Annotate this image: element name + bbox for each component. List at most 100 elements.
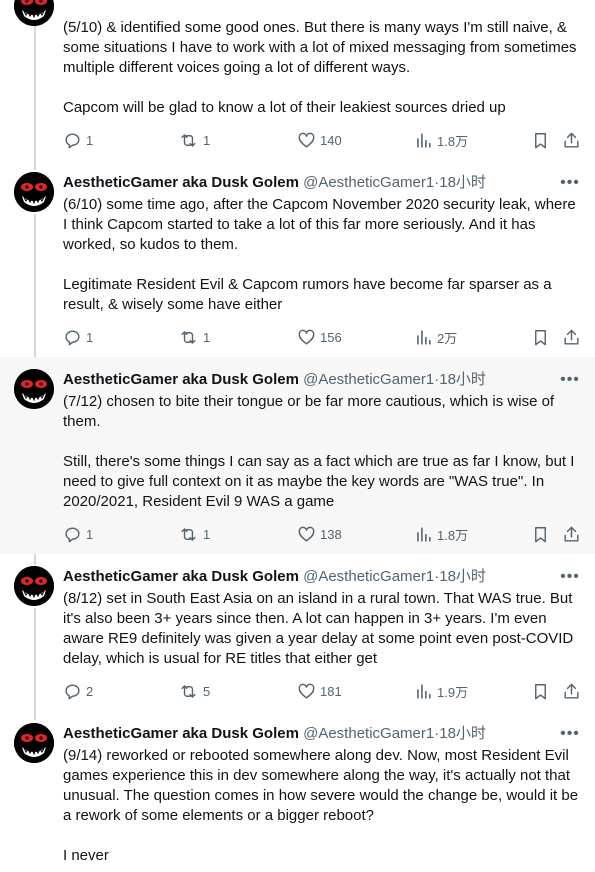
user-handle[interactable]: @AestheticGamer1 bbox=[303, 371, 434, 388]
tweet-header: AestheticGamer aka Dusk Golem @Aesthetic… bbox=[63, 370, 535, 390]
repost-button[interactable]: 1 bbox=[178, 327, 210, 347]
tweet[interactable]: ••• (5/10) & identified some good ones. … bbox=[0, 0, 595, 160]
reply-button[interactable]: 2 bbox=[63, 681, 93, 701]
views-count: 2万 bbox=[437, 330, 458, 346]
tweet-text: (5/10) & identified some good ones. But … bbox=[63, 19, 577, 116]
share-button[interactable] bbox=[562, 524, 581, 544]
display-name[interactable]: AestheticGamer aka Dusk Golem bbox=[63, 725, 299, 742]
views-count: 1.8万 bbox=[437, 527, 469, 543]
user-handle[interactable]: @AestheticGamer1 bbox=[303, 568, 434, 585]
reply-count: 2 bbox=[86, 683, 94, 699]
reply-button[interactable]: 1 bbox=[63, 524, 93, 544]
tweet-text: (8/12) set in South East Asia on an isla… bbox=[63, 590, 578, 667]
tweet-header: AestheticGamer aka Dusk Golem @Aesthetic… bbox=[63, 567, 535, 587]
like-count: 156 bbox=[320, 329, 342, 345]
tweet-text: (6/10) some time ago, after the Capcom N… bbox=[63, 196, 576, 313]
views-button[interactable]: 1.8万 bbox=[414, 524, 468, 544]
more-horizontal-icon[interactable]: ••• bbox=[559, 724, 581, 744]
timestamp[interactable]: 18小时 bbox=[439, 725, 486, 742]
share-icon bbox=[562, 328, 581, 347]
views-button[interactable]: 1.8万 bbox=[414, 130, 468, 150]
repost-count: 5 bbox=[203, 683, 211, 699]
bookmark-button[interactable] bbox=[531, 327, 550, 347]
like-count: 140 bbox=[320, 132, 342, 148]
like-button[interactable]: 140 bbox=[297, 130, 342, 150]
timestamp[interactable]: 18小时 bbox=[439, 568, 486, 585]
analytics-icon bbox=[414, 525, 433, 544]
reply-count: 1 bbox=[86, 132, 94, 148]
more-horizontal-icon[interactable]: ••• bbox=[559, 370, 581, 390]
avatar[interactable] bbox=[14, 566, 54, 606]
tweet-header: AestheticGamer aka Dusk Golem @Aesthetic… bbox=[63, 173, 535, 193]
reply-count: 1 bbox=[86, 526, 94, 542]
tweet[interactable]: AestheticGamer aka Dusk Golem @Aesthetic… bbox=[0, 160, 595, 357]
tweet-header: AestheticGamer aka Dusk Golem @Aesthetic… bbox=[63, 724, 535, 744]
analytics-icon bbox=[414, 682, 433, 701]
repost-icon bbox=[178, 682, 199, 701]
repost-count: 1 bbox=[203, 329, 211, 345]
share-icon bbox=[562, 682, 581, 701]
tweet-actions: 1 1 156 2万 bbox=[0, 327, 595, 347]
avatar[interactable] bbox=[14, 369, 54, 409]
analytics-icon bbox=[414, 328, 433, 347]
timestamp[interactable]: 18小时 bbox=[439, 371, 486, 388]
share-icon bbox=[562, 525, 581, 544]
repost-count: 1 bbox=[203, 526, 211, 542]
avatar[interactable] bbox=[14, 723, 54, 763]
user-handle[interactable]: @AestheticGamer1 bbox=[303, 725, 434, 742]
repost-button[interactable]: 1 bbox=[178, 524, 210, 544]
bookmark-button[interactable] bbox=[531, 681, 550, 701]
like-count: 181 bbox=[320, 683, 342, 699]
display-name[interactable]: AestheticGamer aka Dusk Golem bbox=[63, 174, 299, 191]
bookmark-icon bbox=[531, 525, 550, 544]
user-handle[interactable]: @AestheticGamer1 bbox=[303, 174, 434, 191]
analytics-icon bbox=[414, 131, 433, 150]
bookmark-button[interactable] bbox=[531, 130, 550, 150]
repost-icon bbox=[178, 525, 199, 544]
more-horizontal-icon[interactable]: ••• bbox=[559, 0, 581, 7]
heart-icon bbox=[297, 682, 316, 701]
share-icon bbox=[562, 131, 581, 150]
tweet[interactable]: AestheticGamer aka Dusk Golem @Aesthetic… bbox=[0, 711, 595, 872]
share-button[interactable] bbox=[562, 130, 581, 150]
bookmark-icon bbox=[531, 682, 550, 701]
reply-icon bbox=[63, 131, 82, 150]
more-horizontal-icon[interactable]: ••• bbox=[559, 173, 581, 193]
tweet[interactable]: AestheticGamer aka Dusk Golem @Aesthetic… bbox=[0, 554, 595, 711]
views-count: 1.9万 bbox=[437, 684, 469, 700]
share-button[interactable] bbox=[562, 681, 581, 701]
tweet-text: (9/14) reworked or rebooted somewhere al… bbox=[63, 747, 579, 864]
heart-icon bbox=[297, 131, 316, 150]
views-button[interactable]: 2万 bbox=[414, 327, 457, 347]
like-button[interactable]: 181 bbox=[297, 681, 342, 701]
reply-icon bbox=[63, 525, 82, 544]
reply-icon bbox=[63, 682, 82, 701]
share-button[interactable] bbox=[562, 327, 581, 347]
repost-button[interactable]: 5 bbox=[178, 681, 210, 701]
repost-count: 1 bbox=[203, 132, 211, 148]
tweet-actions: 1 1 138 1.8万 bbox=[0, 524, 595, 544]
display-name[interactable]: AestheticGamer aka Dusk Golem bbox=[63, 568, 299, 585]
display-name[interactable]: AestheticGamer aka Dusk Golem bbox=[63, 371, 299, 388]
tweet-actions: 2 5 181 1.9万 bbox=[0, 681, 595, 701]
timestamp[interactable]: 18小时 bbox=[439, 174, 486, 191]
bookmark-icon bbox=[531, 328, 550, 347]
reply-button[interactable]: 1 bbox=[63, 327, 93, 347]
tweet-text: (7/12) chosen to bite their tongue or be… bbox=[63, 393, 575, 510]
bookmark-icon bbox=[531, 131, 550, 150]
tweet[interactable]: AestheticGamer aka Dusk Golem @Aesthetic… bbox=[0, 357, 595, 554]
like-button[interactable]: 138 bbox=[297, 524, 342, 544]
like-count: 138 bbox=[320, 526, 342, 542]
bookmark-button[interactable] bbox=[531, 524, 550, 544]
views-count: 1.8万 bbox=[437, 133, 469, 149]
like-button[interactable]: 156 bbox=[297, 327, 342, 347]
tweet-actions: 1 1 140 1.8万 bbox=[0, 130, 595, 150]
repost-icon bbox=[178, 328, 199, 347]
views-button[interactable]: 1.9万 bbox=[414, 681, 468, 701]
more-horizontal-icon[interactable]: ••• bbox=[559, 567, 581, 587]
avatar[interactable] bbox=[14, 0, 54, 26]
reply-button[interactable]: 1 bbox=[63, 130, 93, 150]
avatar[interactable] bbox=[14, 172, 54, 212]
repost-button[interactable]: 1 bbox=[178, 130, 210, 150]
reply-icon bbox=[63, 328, 82, 347]
